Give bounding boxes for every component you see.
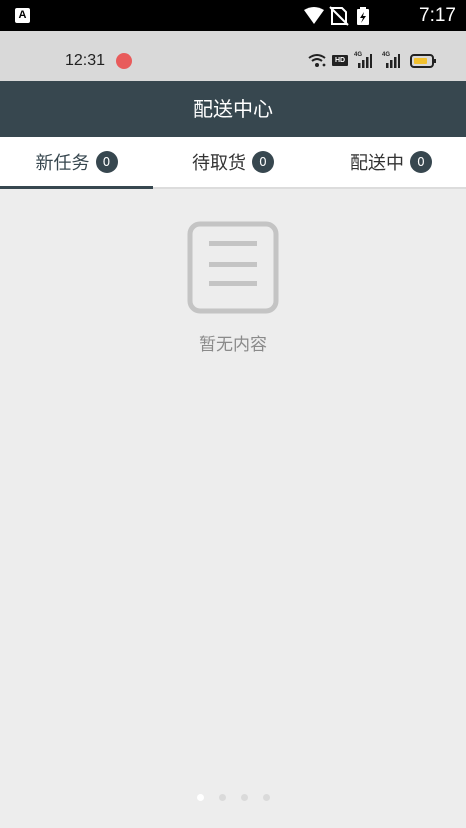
inner-status-icons: HD 4G 4G xyxy=(308,52,438,69)
no-sim-icon xyxy=(329,6,349,26)
system-status-bar: A 7:17 xyxy=(0,0,466,31)
inner-clock: 12:31 xyxy=(65,52,106,69)
tab-awaiting-pickup[interactable]: 待取货 0 xyxy=(158,137,308,187)
count-badge: 0 xyxy=(252,151,274,173)
page-dot[interactable] xyxy=(241,794,248,801)
battery-icon xyxy=(410,54,436,68)
hd-badge: HD xyxy=(332,55,348,66)
tab-label: 新任务 xyxy=(35,153,90,174)
system-status-icons xyxy=(304,6,369,26)
notification-app-icon: A xyxy=(15,8,30,23)
app-notification-icon xyxy=(116,53,132,69)
tab-delivering[interactable]: 配送中 0 xyxy=(316,137,466,187)
page-indicator xyxy=(193,793,273,803)
page-dot[interactable] xyxy=(197,794,204,801)
inner-status-bar: 12:31 HD 4G 4G xyxy=(0,31,466,81)
document-list-icon xyxy=(187,221,279,314)
tab-bar: 新任务 0 待取货 0 配送中 0 xyxy=(0,137,466,189)
signal-icon xyxy=(386,54,400,68)
active-tab-indicator xyxy=(0,186,153,189)
page-dot[interactable] xyxy=(263,794,270,801)
count-badge: 0 xyxy=(410,151,432,173)
page-title: 配送中心 xyxy=(0,81,466,137)
system-clock: 7:17 xyxy=(419,5,456,26)
wifi-icon xyxy=(308,54,326,67)
tab-label: 待取货 xyxy=(192,153,246,174)
wifi-icon xyxy=(304,7,324,24)
battery-charging-icon xyxy=(357,7,369,25)
tab-new-tasks[interactable]: 新任务 0 xyxy=(0,137,153,187)
count-badge: 0 xyxy=(95,151,118,173)
empty-state-text: 暂无内容 xyxy=(199,335,267,355)
signal-icon xyxy=(358,54,372,68)
page-dot[interactable] xyxy=(219,794,226,801)
tab-label: 配送中 xyxy=(350,153,404,174)
